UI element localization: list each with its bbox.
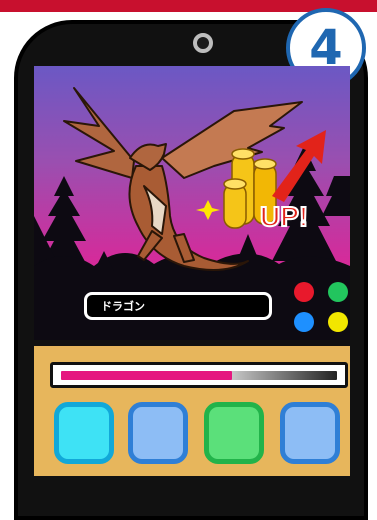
creature-name: ドラゴン bbox=[101, 300, 145, 313]
bonus-text: UP! bbox=[260, 201, 308, 232]
color-dot-yellow[interactable] bbox=[328, 312, 348, 332]
action-button-cyan[interactable] bbox=[54, 402, 114, 464]
hp-track bbox=[61, 371, 337, 380]
sparkle-icon bbox=[196, 200, 220, 220]
color-dot-blue[interactable] bbox=[294, 312, 314, 332]
hp-bar bbox=[50, 362, 348, 388]
hp-fill bbox=[61, 371, 233, 380]
action-button-green[interactable] bbox=[204, 402, 264, 464]
camera-icon bbox=[193, 33, 213, 53]
color-dot-green[interactable] bbox=[328, 282, 348, 302]
color-dot-red[interactable] bbox=[294, 282, 314, 302]
action-button-light-blue-1[interactable] bbox=[128, 402, 188, 464]
creature-name-field: ドラゴン bbox=[84, 292, 272, 320]
action-button-light-blue-2[interactable] bbox=[280, 402, 340, 464]
